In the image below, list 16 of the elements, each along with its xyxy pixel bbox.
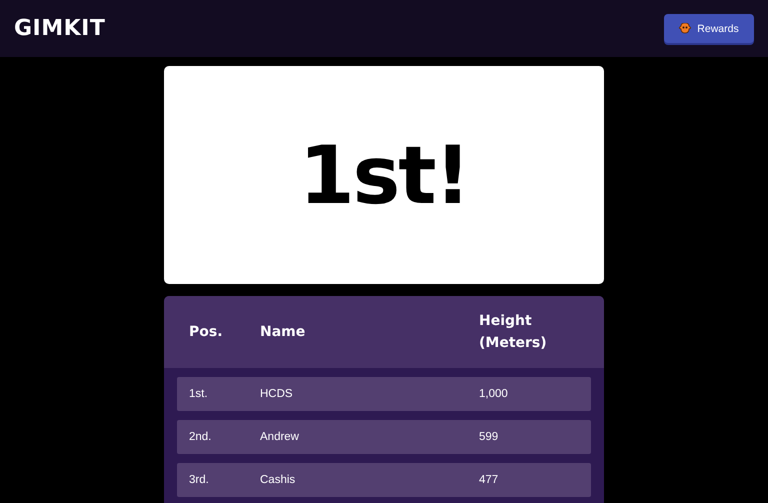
- place-text: 1st!: [298, 128, 469, 222]
- table-cell-text: Andrew: [260, 431, 300, 443]
- table-cell-text: 3rd.: [189, 474, 210, 486]
- creature-icon: [679, 23, 692, 34]
- column-header: Height (Meters): [479, 312, 547, 353]
- logo[interactable]: GIMKIT: [14, 16, 106, 41]
- table-cell-text: 1st.: [189, 388, 209, 400]
- column-header: Name: [260, 323, 306, 342]
- table-cell-text: Cashis: [260, 474, 296, 486]
- table-cell-text: 1,000: [479, 388, 509, 400]
- column-header: Pos.: [189, 323, 224, 342]
- table-cell-text: 599: [479, 431, 500, 443]
- rewards-button[interactable]: Rewards: [664, 14, 754, 43]
- table-cell-text: 477: [479, 474, 500, 486]
- table-cell-text: HCDS: [260, 388, 294, 400]
- table-cell-text: 2nd.: [189, 431, 212, 443]
